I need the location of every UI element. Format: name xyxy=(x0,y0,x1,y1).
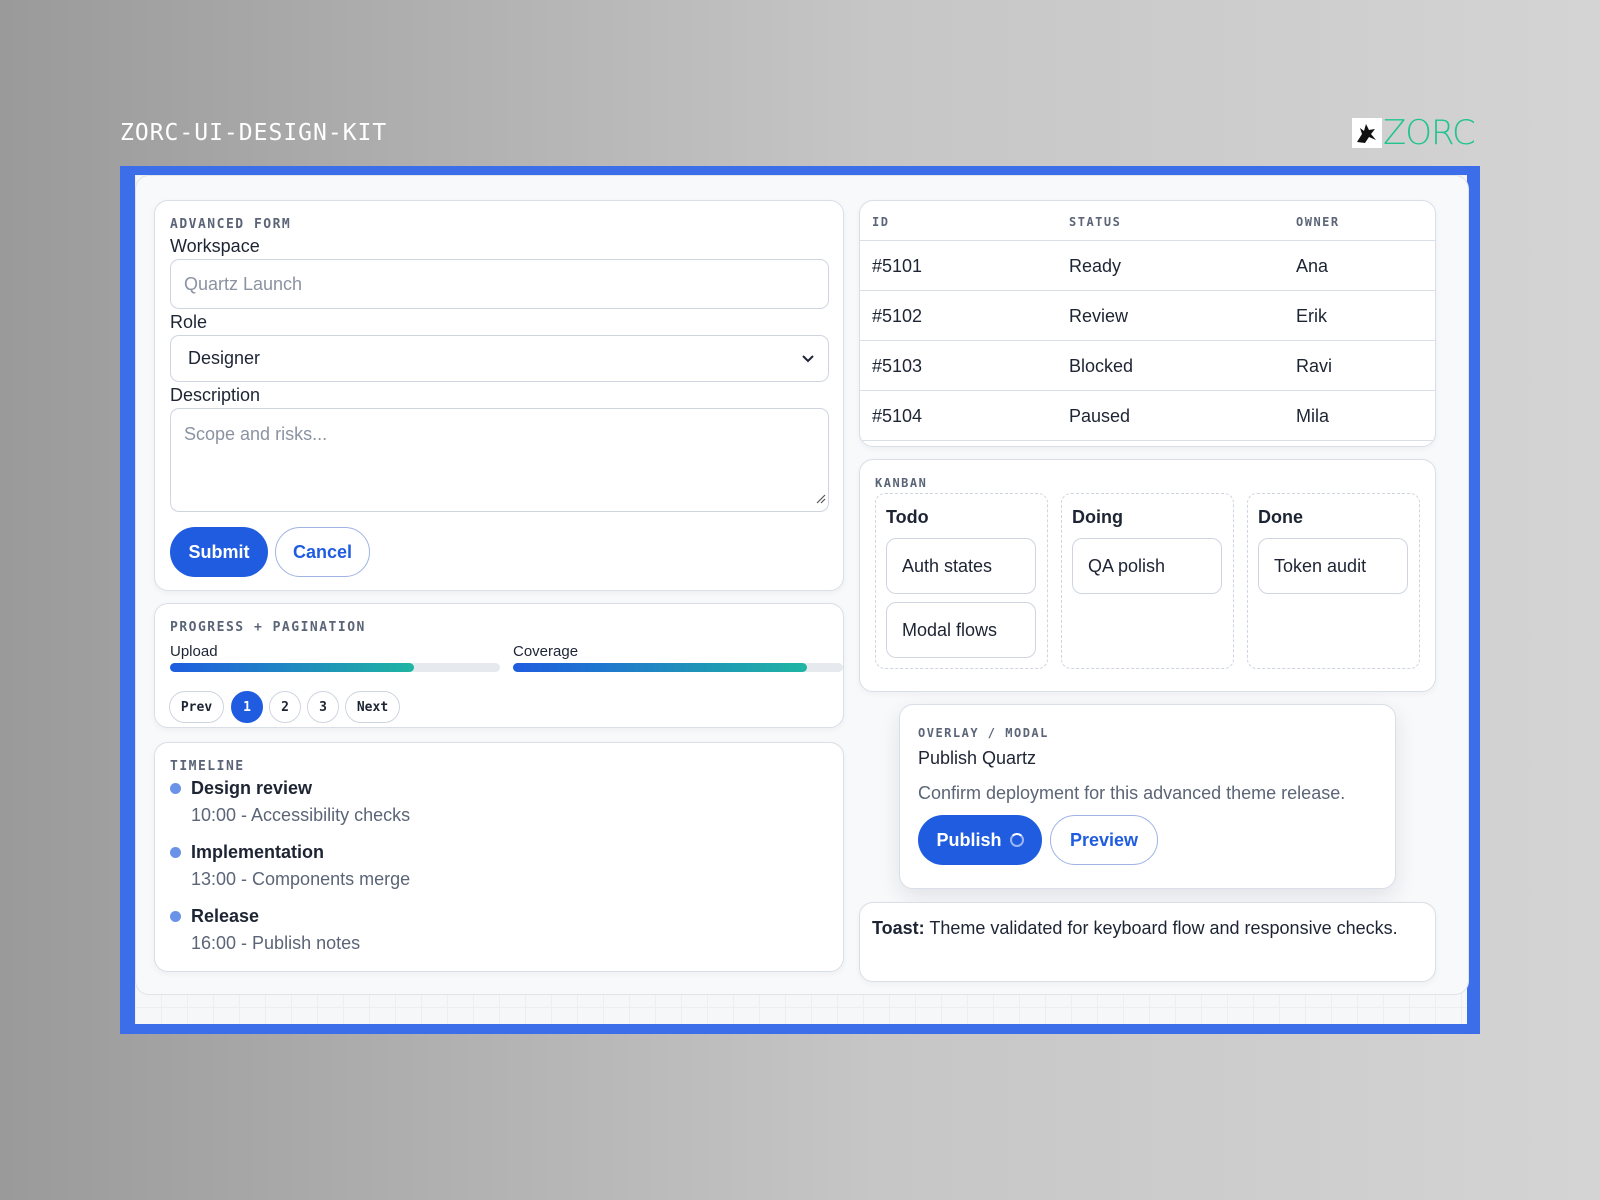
coverage-label: Coverage xyxy=(513,643,579,660)
table-cell-owner: Mila xyxy=(1296,406,1330,426)
modal-title: Publish Quartz xyxy=(918,748,1037,768)
table-cell-owner: Erik xyxy=(1296,306,1327,326)
table-cell-id: #5102 xyxy=(872,306,923,326)
workspace-label: Workspace xyxy=(170,236,260,256)
table-header-owner: OWNER xyxy=(1296,215,1340,229)
timeline-item-title: Design review xyxy=(191,778,313,798)
submit-button[interactable]: Submit xyxy=(170,527,268,577)
timeline-item-detail: 13:00 - Components merge xyxy=(191,869,411,889)
kit-title: ZORC-UI-DESIGN-KIT xyxy=(120,120,388,146)
coverage-progress xyxy=(513,663,843,672)
resize-handle-icon[interactable] xyxy=(816,488,826,509)
role-value: Designer xyxy=(188,348,261,368)
form-eyebrow: ADVANCED FORM xyxy=(170,217,292,232)
upload-label: Upload xyxy=(170,643,218,660)
row-divider xyxy=(860,440,1435,441)
modal-eyebrow: OVERLAY / MODAL xyxy=(918,726,1049,740)
kanban-card-item[interactable]: Modal flows xyxy=(886,602,1036,658)
loading-spinner-icon xyxy=(1009,833,1024,847)
toast: Toast: Theme validated for keyboard flow… xyxy=(859,902,1436,982)
data-table-card: ID STATUS OWNER #5101 Ready Ana #5102 Re… xyxy=(859,200,1436,447)
kanban-card-item[interactable]: Token audit xyxy=(1258,538,1408,594)
kanban-card-item[interactable]: QA polish xyxy=(1072,538,1222,594)
brand-logo: ZORC xyxy=(1352,113,1476,153)
table-cell-id: #5101 xyxy=(872,256,923,276)
pagination-next[interactable]: Next xyxy=(345,691,400,723)
table-header-status: STATUS xyxy=(1069,215,1122,229)
toast-content: Toast: Theme validated for keyboard flow… xyxy=(872,915,1423,941)
role-label: Role xyxy=(170,312,208,332)
timeline-item-title: Release xyxy=(191,906,260,926)
brand-name: ZORC xyxy=(1383,113,1476,153)
timeline-card: TIMELINE Design review 10:00 - Accessibi… xyxy=(154,742,844,972)
design-kit-frame: ADVANCED FORM Workspace Quartz Launch Ro… xyxy=(120,166,1480,1034)
description-textarea[interactable]: Scope and risks... xyxy=(170,408,829,512)
timeline-item-detail: 16:00 - Publish notes xyxy=(191,933,361,953)
timeline-eyebrow: TIMELINE xyxy=(170,759,245,774)
publish-label: Publish xyxy=(936,829,1002,850)
toast-message: Theme validated for keyboard flow and re… xyxy=(929,918,1398,938)
progress-eyebrow: PROGRESS + PAGINATION xyxy=(170,620,366,635)
kanban-column-doing: Doing QA polish xyxy=(1061,493,1234,669)
timeline-dot xyxy=(170,911,181,922)
table-header-id: ID xyxy=(872,215,890,229)
timeline-dot xyxy=(170,783,181,794)
row-divider xyxy=(860,240,1435,241)
timeline-item-detail: 10:00 - Accessibility checks xyxy=(191,805,411,825)
workspace-placeholder: Quartz Launch xyxy=(184,273,303,294)
row-divider xyxy=(860,290,1435,291)
table-cell-status: Ready xyxy=(1069,256,1122,276)
advanced-form-card: ADVANCED FORM Workspace Quartz Launch Ro… xyxy=(154,200,844,591)
workspace-input[interactable]: Quartz Launch xyxy=(170,259,829,309)
kanban-eyebrow: KANBAN xyxy=(875,476,928,490)
pagination-page-2[interactable]: 2 xyxy=(269,691,301,723)
description-label: Description xyxy=(170,385,261,405)
role-select[interactable]: Designer xyxy=(170,335,829,382)
coverage-progress-fill xyxy=(513,663,807,672)
kanban-card-item[interactable]: Auth states xyxy=(886,538,1036,594)
cancel-button[interactable]: Cancel xyxy=(275,527,370,577)
pagination-prev[interactable]: Prev xyxy=(169,691,224,723)
upload-progress-fill xyxy=(170,663,415,672)
canvas: ADVANCED FORM Workspace Quartz Launch Ro… xyxy=(135,175,1469,1024)
timeline-dot xyxy=(170,847,181,858)
row-divider xyxy=(860,390,1435,391)
table-cell-owner: Ravi xyxy=(1296,356,1333,376)
preview-button[interactable]: Preview xyxy=(1050,815,1158,865)
pagination-page-3[interactable]: 3 xyxy=(307,691,339,723)
description-placeholder: Scope and risks... xyxy=(184,424,328,444)
kanban-column-title: Doing xyxy=(1072,507,1123,527)
kanban-column-done: Done Token audit xyxy=(1247,493,1420,669)
table-cell-status: Paused xyxy=(1069,406,1131,426)
modal-dialog: OVERLAY / MODAL Publish Quartz Confirm d… xyxy=(899,704,1396,889)
kanban-column-title: Done xyxy=(1258,507,1303,527)
kanban-card: KANBAN Todo Auth states Modal flows Doin… xyxy=(859,459,1436,692)
kanban-column-todo: Todo Auth states Modal flows xyxy=(875,493,1048,669)
table-cell-id: #5103 xyxy=(872,356,923,376)
pagination-page-1[interactable]: 1 xyxy=(231,691,263,723)
row-divider xyxy=(860,340,1435,341)
table-cell-status: Review xyxy=(1069,306,1129,326)
upload-progress xyxy=(170,663,500,672)
zorc-wolf-icon xyxy=(1352,118,1382,148)
chevron-down-icon xyxy=(801,348,815,369)
toast-label: Toast: xyxy=(872,918,925,938)
table-cell-id: #5104 xyxy=(872,406,923,426)
modal-body: Confirm deployment for this advanced the… xyxy=(918,783,1346,803)
table-cell-owner: Ana xyxy=(1296,256,1329,276)
kanban-column-title: Todo xyxy=(886,507,929,527)
timeline-item-title: Implementation xyxy=(191,842,325,862)
publish-button[interactable]: Publish xyxy=(918,815,1042,865)
table-cell-status: Blocked xyxy=(1069,356,1134,376)
